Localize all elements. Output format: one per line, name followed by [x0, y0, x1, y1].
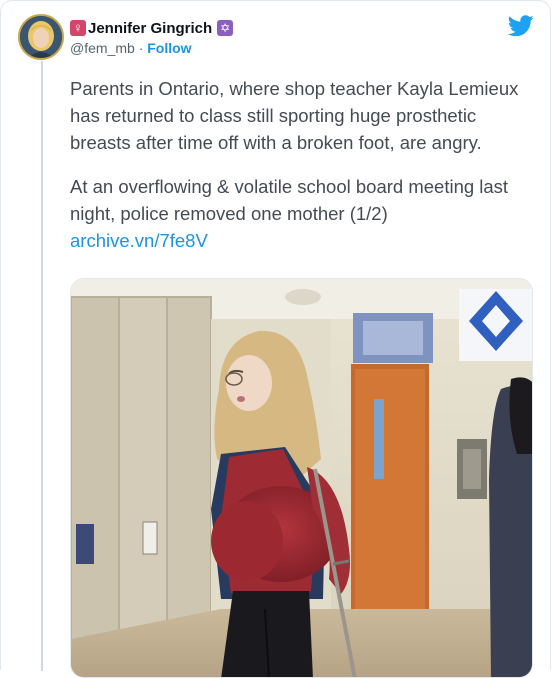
- media-video-thumbnail[interactable]: [70, 278, 533, 678]
- tweet-text: Parents in Ontario, where shop teacher K…: [70, 75, 540, 254]
- author-handle[interactable]: @fem_mb: [70, 40, 135, 56]
- tweet-card[interactable]: ♀ Jennifer Gingrich ✡ @fem_mb · Follow P…: [0, 0, 551, 678]
- avatar-photo: [20, 16, 62, 58]
- avatar[interactable]: [18, 14, 64, 60]
- venus-symbol-icon: ♀: [70, 20, 86, 36]
- twitter-bird-icon[interactable]: [508, 15, 534, 37]
- archive-link[interactable]: archive.vn/7fe8V: [70, 227, 540, 254]
- thread-connector-line: [41, 61, 43, 671]
- tweet-header: ♀ Jennifer Gingrich ✡ @fem_mb · Follow: [70, 18, 234, 58]
- handle-separator: ·: [138, 40, 144, 56]
- school-hallway-photo: [71, 279, 532, 677]
- star-of-david-icon: ✡: [217, 20, 234, 36]
- handle-row: @fem_mb · Follow: [70, 40, 233, 58]
- tweet-paragraph-2: At an overflowing & volatile school boar…: [70, 176, 509, 224]
- name-row: ♀ Jennifer Gingrich ✡: [70, 18, 234, 38]
- follow-button[interactable]: Follow: [147, 40, 191, 56]
- tweet-paragraph-1: Parents in Ontario, where shop teacher K…: [70, 78, 519, 153]
- author-display-name[interactable]: Jennifer Gingrich: [88, 20, 212, 37]
